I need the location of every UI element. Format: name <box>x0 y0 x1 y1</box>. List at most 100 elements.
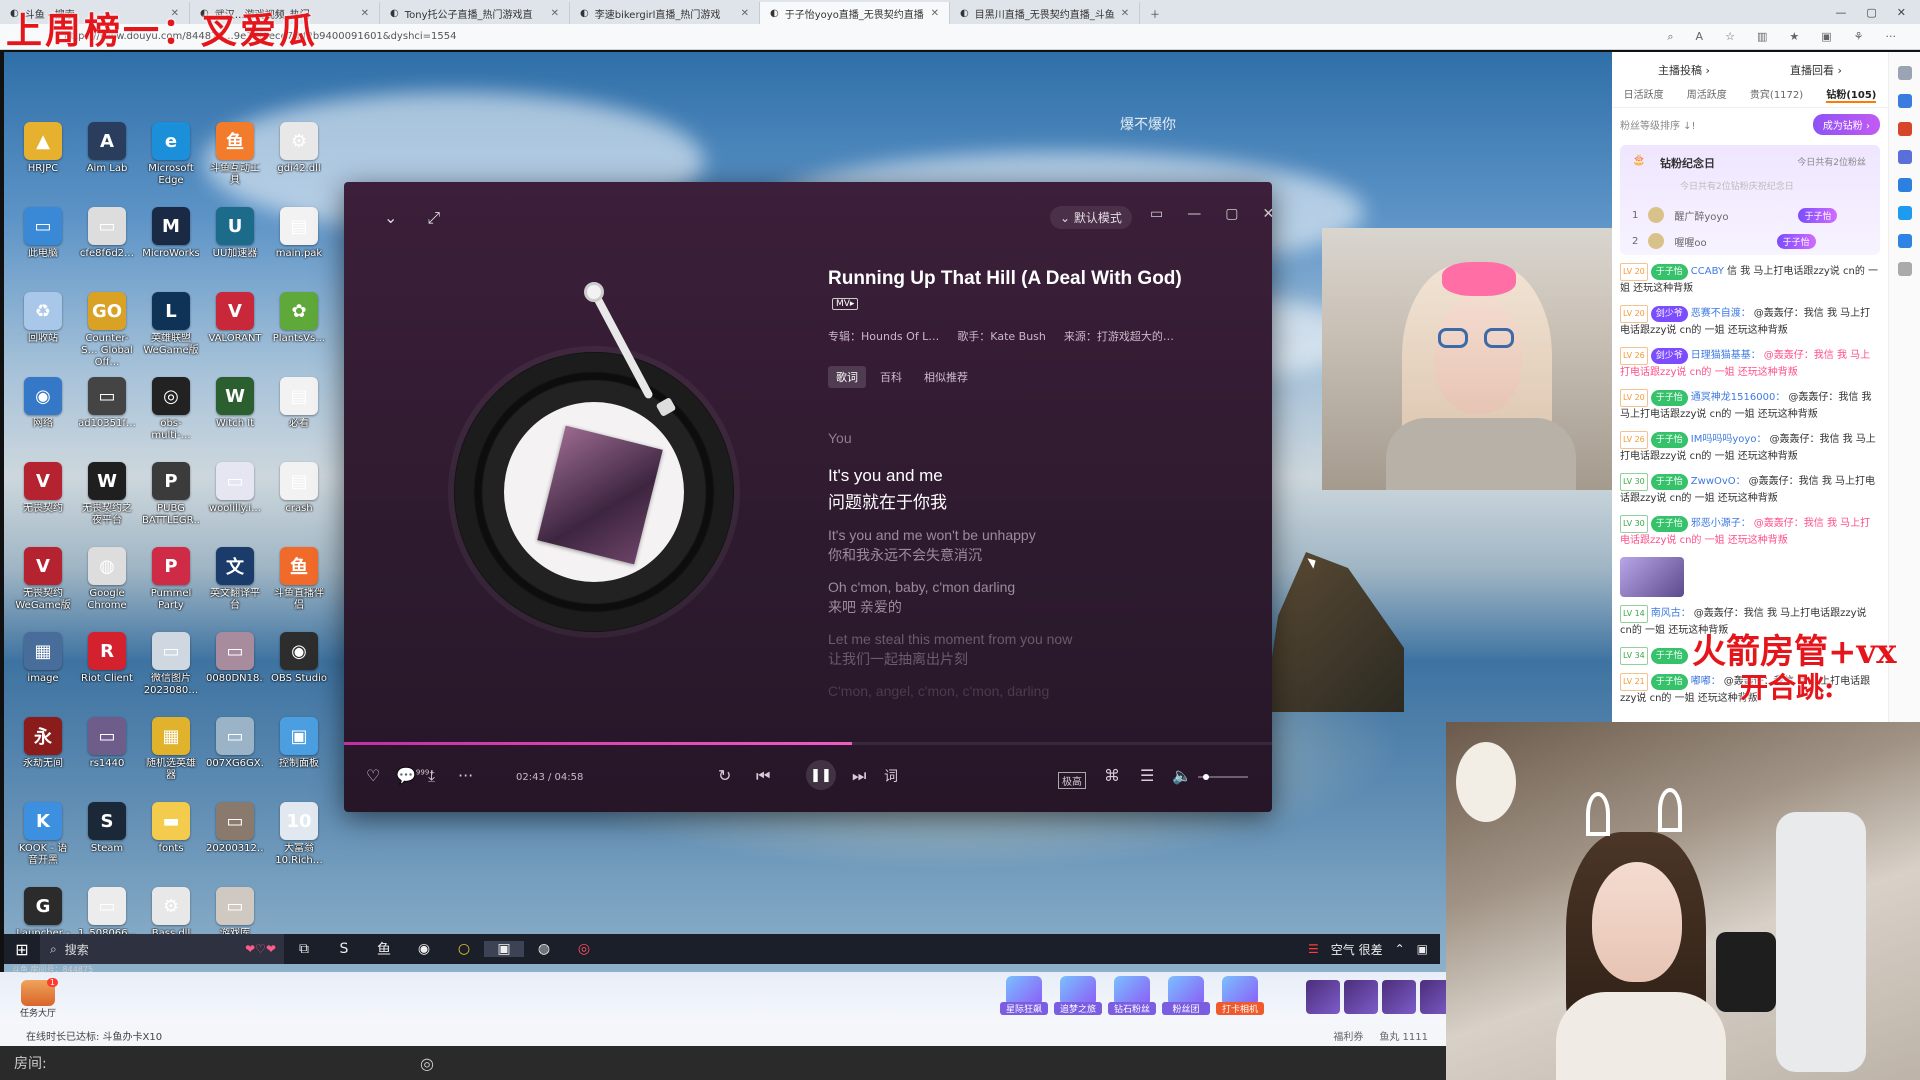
tab-close-icon[interactable]: ✕ <box>551 8 559 19</box>
desktop-icon[interactable]: V 无畏契约 <box>14 462 72 515</box>
desktop-icon[interactable]: V VALORANT <box>206 292 264 345</box>
lyric-line[interactable]: It's you and me 问题就在于你我 <box>828 466 1228 513</box>
desktop-icon[interactable]: ◉ 网络 <box>14 377 72 430</box>
desktop-icon[interactable]: A Aim Lab <box>78 122 136 175</box>
maximize-icon[interactable]: ▢ <box>1225 206 1238 222</box>
chat-tab[interactable]: 周活跃度 <box>1687 86 1727 103</box>
chat-message[interactable]: LV 26 剑少爷 日理猫猫基基： @轰轰仔：我信 我 马上打电话跟zzy说 cn的 … <box>1612 343 1888 385</box>
sound-effect-icon[interactable]: ⌘ <box>1104 766 1120 785</box>
memorial-user[interactable]: 2 喔喔oo 于子怡 <box>1632 233 1816 249</box>
source-link[interactable]: 来源：打游戏超大的… <box>1064 328 1174 344</box>
desktop-icon[interactable]: W 无畏契约之夜平台 <box>78 462 136 527</box>
desktop-icon[interactable]: S Steam <box>78 802 136 855</box>
chat-message[interactable]: LV 20 剑少爷 恶赛不自渡： @轰轰仔：我信 我 马上打电话跟zzy说 cn的 一… <box>1612 301 1888 343</box>
weather-text[interactable]: 空气 很差 <box>1331 941 1383 958</box>
browser-tab[interactable]: ◐ 李速bikergirl直播_热门游戏 ✕ <box>570 2 760 24</box>
lyrics-toggle[interactable]: 词 <box>884 766 898 786</box>
desktop-icon[interactable]: ▭ 0080DN18… <box>206 632 264 685</box>
ring-app-icon[interactable]: ○ <box>444 941 484 957</box>
desktop-icon[interactable]: ▭ woolilly.i… <box>206 462 264 515</box>
desktop-icon[interactable]: ◉ OBS Studio <box>270 632 328 685</box>
fullscreen-icon[interactable]: ⤢ <box>427 208 440 228</box>
chat-tab[interactable]: 贵宾(1172) <box>1750 86 1803 103</box>
player-tab[interactable]: 相似推荐 <box>916 366 976 388</box>
douyu-companion-icon[interactable]: 鱼 <box>364 939 404 959</box>
artist-link[interactable]: 歌手：Kate Bush <box>957 328 1046 344</box>
desktop-icon[interactable]: 鱼斗鱼直播伴侣 <box>270 547 328 612</box>
desktop-icon[interactable]: 10 大富翁 10.Rich… <box>270 802 328 867</box>
desktop-icon[interactable]: ▭ 微信图片 2023080… <box>142 632 200 697</box>
chat-message[interactable]: LV 30 于子怡 ZwwOvO： @轰轰仔：我信 我 马上打电话跟zzy说 cn的 … <box>1612 469 1888 511</box>
desktop-icon[interactable]: 文英文翻译平台 <box>206 547 264 612</box>
minimize-icon[interactable]: — <box>1187 206 1201 222</box>
desktop-icon[interactable]: ▬ fonts <box>142 802 200 855</box>
chat-username[interactable]: 邪恶小源子： <box>1691 518 1751 529</box>
tab-close-icon[interactable]: ✕ <box>741 8 749 19</box>
chat-username[interactable]: 日理猫猫基基： <box>1691 350 1761 361</box>
collections-icon[interactable]: ▣ <box>1821 30 1831 44</box>
search-icon[interactable] <box>1897 66 1912 80</box>
collapse-icon[interactable]: ⌄ <box>384 208 397 228</box>
desktop-icon[interactable]: ▭1_508066… <box>78 887 136 940</box>
lyric-line[interactable]: Oh c'mon, baby, c'mon darling 来吧 亲爱的 <box>828 579 1228 617</box>
desktop-icon[interactable]: GO Counter-S… Global Off… <box>78 292 136 369</box>
desktop-icon[interactable]: ◎ obs-multi-… <box>142 377 200 442</box>
chat-message[interactable]: LV 30 于子怡 邪恶小源子： @轰轰仔：我信 我 马上打电话跟zzy说 cn的 一… <box>1612 511 1888 553</box>
progress-bar[interactable] <box>344 742 1272 745</box>
more-icon[interactable]: ··· <box>1886 30 1897 44</box>
display-icon[interactable]: ▣ <box>1417 942 1428 956</box>
desktop-icon[interactable]: ▭游戏库 <box>206 887 264 940</box>
chrome-icon[interactable]: ◍ <box>524 941 564 957</box>
desktop-icon[interactable]: 永永劫无间 <box>14 717 72 770</box>
chat-message[interactable]: LV 20 于子怡 CCABY 信 我 马上打电话跟zzy说 cn的 一姐 还玩这种背… <box>1612 259 1888 301</box>
obs-icon[interactable]: ◉ <box>404 941 444 957</box>
chat-username[interactable]: 南风古： <box>1651 608 1691 619</box>
desktop-icon[interactable]: V 无畏契约 WeGame版 <box>14 547 72 612</box>
desktop-icon[interactable]: ▭ 007XG6GX… <box>206 717 264 770</box>
gift-button[interactable]: 追梦之旅 <box>1054 976 1102 1015</box>
volume-knob[interactable] <box>1203 774 1209 780</box>
desktop-icon[interactable]: ♻ 回收站 <box>14 292 72 345</box>
like-icon[interactable]: ♡ <box>366 766 380 785</box>
desktop-icon[interactable]: ⚙Bass.dll <box>142 887 200 940</box>
chat-top-link[interactable]: 主播投稿 › <box>1658 62 1710 78</box>
new-tab-button[interactable]: ＋ <box>1140 2 1170 24</box>
tool-icon[interactable] <box>1897 178 1912 192</box>
desktop-icon[interactable]: ▤ main.pak <box>270 207 328 260</box>
player-tab[interactable]: 百科 <box>872 366 910 388</box>
desktop-icon[interactable]: ◍ Google Chrome <box>78 547 136 612</box>
desktop-icon[interactable]: ⚙ gdi42.dll <box>270 122 328 175</box>
desktop-icon[interactable]: ▤ crash <box>270 462 328 515</box>
chat-username[interactable]: CCABY <box>1691 266 1724 277</box>
zoom-icon[interactable]: ⌕ <box>1667 30 1673 44</box>
maximize-icon[interactable]: ▢ <box>1866 6 1876 19</box>
become-diamond-fan-button[interactable]: 成为钻粉 › <box>1812 114 1880 135</box>
split-screen-icon[interactable]: ▥ <box>1757 30 1767 44</box>
task-hall-button[interactable]: 任务大厅 1 <box>14 978 62 1019</box>
tab-close-icon[interactable]: ✕ <box>931 8 939 19</box>
settings-ring-icon[interactable]: ◎ <box>420 1054 434 1073</box>
mode-select[interactable]: ⌄ 默认模式 <box>1050 206 1132 229</box>
chat-tab[interactable]: 日活跃度 <box>1624 86 1664 103</box>
desktop-icon[interactable]: ▭ 此电脑 <box>14 207 72 260</box>
chat-message[interactable]: LV 20 于子怡 通冥神龙1516000： @轰轰仔：我信 我 马上打电话跟zzy说… <box>1612 385 1888 427</box>
desktop-icon[interactable]: ▭ cfe8f6d2… <box>78 207 136 260</box>
desktop-icon[interactable]: W Witch It <box>206 377 264 430</box>
lyric-line[interactable]: It's you and me won't be unhappy 你和我永远不会失… <box>828 527 1228 565</box>
desktop-icon[interactable]: ▲ HRJPC <box>14 122 72 175</box>
desktop-icon[interactable]: P PUBG BATTLEGR… <box>142 462 200 527</box>
desktop-icon[interactable]: 鱼斗鱼互动工具 <box>206 122 264 187</box>
chat-username[interactable]: 通冥神龙1516000： <box>1691 392 1786 403</box>
next-icon[interactable]: ⏭ <box>852 766 866 786</box>
repeat-icon[interactable]: ↻ <box>718 766 731 785</box>
chat-username[interactable]: 嘟嘟： <box>1691 676 1721 687</box>
task-view-icon[interactable]: ⧉ <box>284 941 324 957</box>
desktop-icon[interactable]: ▭ rs1440 <box>78 717 136 770</box>
chat-username[interactable]: ZwwOvO： <box>1691 476 1746 487</box>
desktop-icon[interactable]: ✿ PlantsVs… <box>270 292 328 345</box>
chat-username[interactable]: 恶赛不自渡： <box>1691 308 1751 319</box>
browser-tab[interactable]: ◐ Tony托公子直播_热门游戏直 ✕ <box>380 2 570 24</box>
lyric-line[interactable]: C'mon, angel, c'mon, c'mon, darling <box>828 683 1228 699</box>
tool-icon[interactable] <box>1897 94 1912 108</box>
tool-icon[interactable] <box>1897 150 1912 164</box>
